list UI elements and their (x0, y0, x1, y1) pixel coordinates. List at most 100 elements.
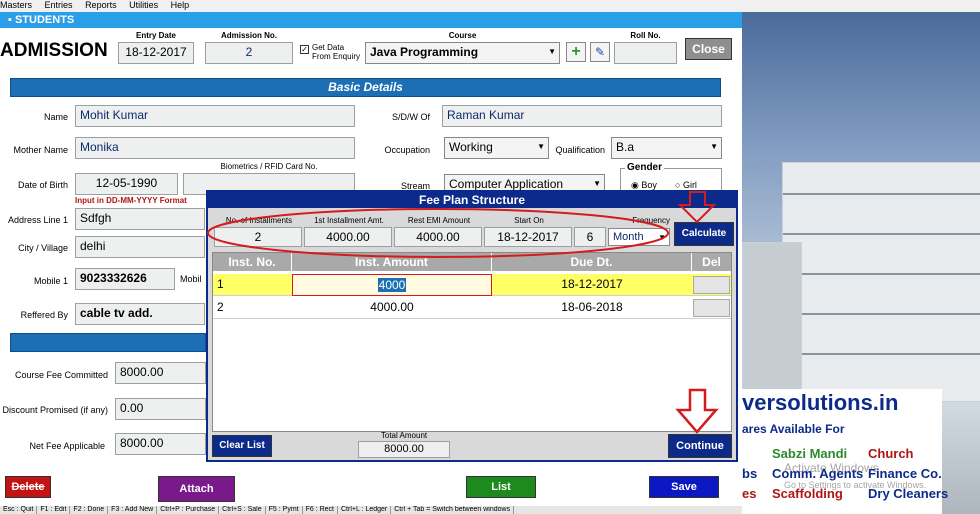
window-icon: ▪ (8, 14, 15, 26)
roll-no-label: Roll No. (630, 31, 661, 40)
name-label: Name (43, 112, 68, 122)
city-label: City / Village (18, 243, 68, 253)
chevron-down-icon: ▼ (537, 142, 545, 151)
menu-bar: Masters Entries Reports Utilities Help (0, 0, 980, 12)
entry-date-label: Entry Date (135, 31, 176, 40)
mother-name-field[interactable]: Monika (75, 137, 355, 159)
installment-grid: Inst. No. Inst. Amount Due Dt. Del 1 400… (212, 252, 732, 432)
shortcut-hint: F5 : Pymt (266, 506, 303, 514)
frequency-unit-value: Month (613, 231, 644, 243)
row-inst-no: 1 (213, 274, 292, 296)
total-amount-label: Total Amount (380, 431, 428, 440)
menu-utilities[interactable]: Utilities (129, 0, 158, 11)
no-inst-field[interactable]: 2 (214, 227, 302, 247)
admission-no-label: Admission No. (220, 31, 277, 40)
mobile2-label: Mobil (180, 274, 202, 284)
net-fee-label: Net Fee Applicable (29, 441, 105, 451)
shortcut-hint: F6 : Rect (303, 506, 338, 514)
chevron-down-icon: ▼ (658, 233, 666, 242)
attach-button[interactable]: Attach (158, 476, 235, 502)
delete-button[interactable]: Delete (5, 476, 51, 498)
dob-field[interactable]: 12-05-1990 (75, 173, 178, 195)
occupation-value: Working (449, 140, 493, 154)
add-course-icon[interactable]: + (566, 42, 586, 62)
shortcut-hint: F1 : Edit (37, 506, 71, 514)
fee-committed-field[interactable]: 8000.00 (115, 362, 206, 384)
shortcut-hint: F3 : Add New (108, 506, 158, 514)
gender-girl-radio[interactable]: ○ Girl (675, 180, 697, 190)
save-button[interactable]: Save (649, 476, 719, 498)
gender-label: Gender (625, 162, 665, 173)
row-inst-no: 2 (213, 297, 292, 319)
watermark-title: Activate Windows (784, 461, 879, 475)
delete-row-button[interactable] (693, 276, 730, 294)
delete-row-button[interactable] (693, 299, 730, 317)
name-field[interactable]: Mohit Kumar (75, 105, 355, 127)
first-amt-field[interactable]: 4000.00 (304, 227, 392, 247)
referred-field[interactable]: cable tv add. (75, 303, 205, 325)
qualification-select[interactable]: B.a ▼ (611, 137, 722, 159)
clear-list-button[interactable]: Clear List (212, 435, 272, 457)
menu-help[interactable]: Help (171, 0, 190, 11)
boy-label: Boy (641, 180, 657, 190)
menu-reports[interactable]: Reports (85, 0, 117, 11)
sdw-label: S/D/W Of (392, 112, 430, 122)
col-due-date: Due Dt. (492, 253, 692, 271)
continue-button[interactable]: Continue (668, 434, 732, 458)
row-amount: 4000.00 (292, 297, 492, 319)
dob-label: Date of Birth (17, 180, 68, 190)
frequency-unit-select[interactable]: Month ▼ (608, 228, 670, 246)
rest-emi-label: Rest EMI Amount (407, 216, 471, 225)
watermark-sub: Go to Settings to activate Windows. (784, 480, 927, 490)
dob-hint: Input in DD-MM-YYYY Format (75, 196, 187, 205)
course-select[interactable]: Java Programming ▼ (365, 42, 560, 64)
start-on-label: Start On (514, 216, 544, 225)
city-field[interactable]: delhi (75, 236, 205, 258)
ad-site: versolutions.in (742, 390, 899, 415)
sdw-field[interactable]: Raman Kumar (442, 105, 722, 127)
occupation-select[interactable]: Working ▼ (444, 137, 549, 159)
window-title-bar: ▪ STUDENTS (0, 12, 742, 28)
qualification-label: Qualification (555, 145, 605, 155)
shortcut-hint: Ctrl+S : Sale (219, 506, 266, 514)
frequency-number-field[interactable]: 6 (574, 227, 606, 247)
start-on-field[interactable]: 18-12-2017 (484, 227, 572, 247)
ad-item: Sabzi Mandi (772, 446, 848, 461)
frequency-label: Frequency (632, 216, 670, 225)
menu-entries[interactable]: Entries (45, 0, 73, 11)
get-data-checkbox[interactable]: ✓ (300, 45, 309, 54)
mother-name-label: Mother Name (13, 145, 68, 155)
entry-date-field[interactable]: 18-12-2017 (118, 42, 194, 64)
referred-label: Reffered By (20, 310, 68, 320)
occupation-label: Occupation (384, 145, 430, 155)
row-amount-selected: 4000 (377, 278, 407, 292)
row-del-cell[interactable] (692, 274, 731, 296)
ad-item: bs (742, 466, 758, 481)
status-bar: Esc : Quit F1 : Edit F2 : Done F3 : Add New… (0, 506, 742, 514)
col-inst-amount: Inst. Amount (292, 253, 492, 271)
mobile-field[interactable]: 9023332626 (75, 268, 175, 290)
close-button[interactable]: Close (685, 38, 732, 60)
col-inst-no: Inst. No. (213, 253, 292, 271)
admission-no-field[interactable]: 2 (205, 42, 293, 64)
list-button[interactable]: List (466, 476, 536, 498)
net-fee-field[interactable]: 8000.00 (115, 433, 206, 455)
address-field[interactable]: Sdfgh (75, 208, 205, 230)
building-shape (782, 162, 980, 402)
col-del: Del (692, 253, 731, 271)
calculate-button[interactable]: Calculate (674, 222, 734, 246)
row-del-cell[interactable] (692, 297, 731, 319)
roll-no-field[interactable] (614, 42, 677, 64)
qualification-value: B.a (616, 140, 635, 154)
total-amount-field: 8000.00 (358, 441, 450, 458)
shortcut-hint: F2 : Done (70, 506, 109, 514)
row-amount-editing[interactable]: 4000 (292, 274, 492, 296)
edit-pencil-icon[interactable]: ✎ (590, 42, 610, 62)
menu-masters[interactable]: Masters (0, 0, 32, 11)
row-due-date: 18-12-2017 (492, 274, 692, 296)
first-amt-label: 1st Installment Amt. (314, 216, 384, 225)
rest-emi-field[interactable]: 4000.00 (394, 227, 482, 247)
stream-value: Computer Application (449, 177, 564, 191)
building-shape (742, 242, 802, 402)
discount-field[interactable]: 0.00 (115, 398, 206, 420)
